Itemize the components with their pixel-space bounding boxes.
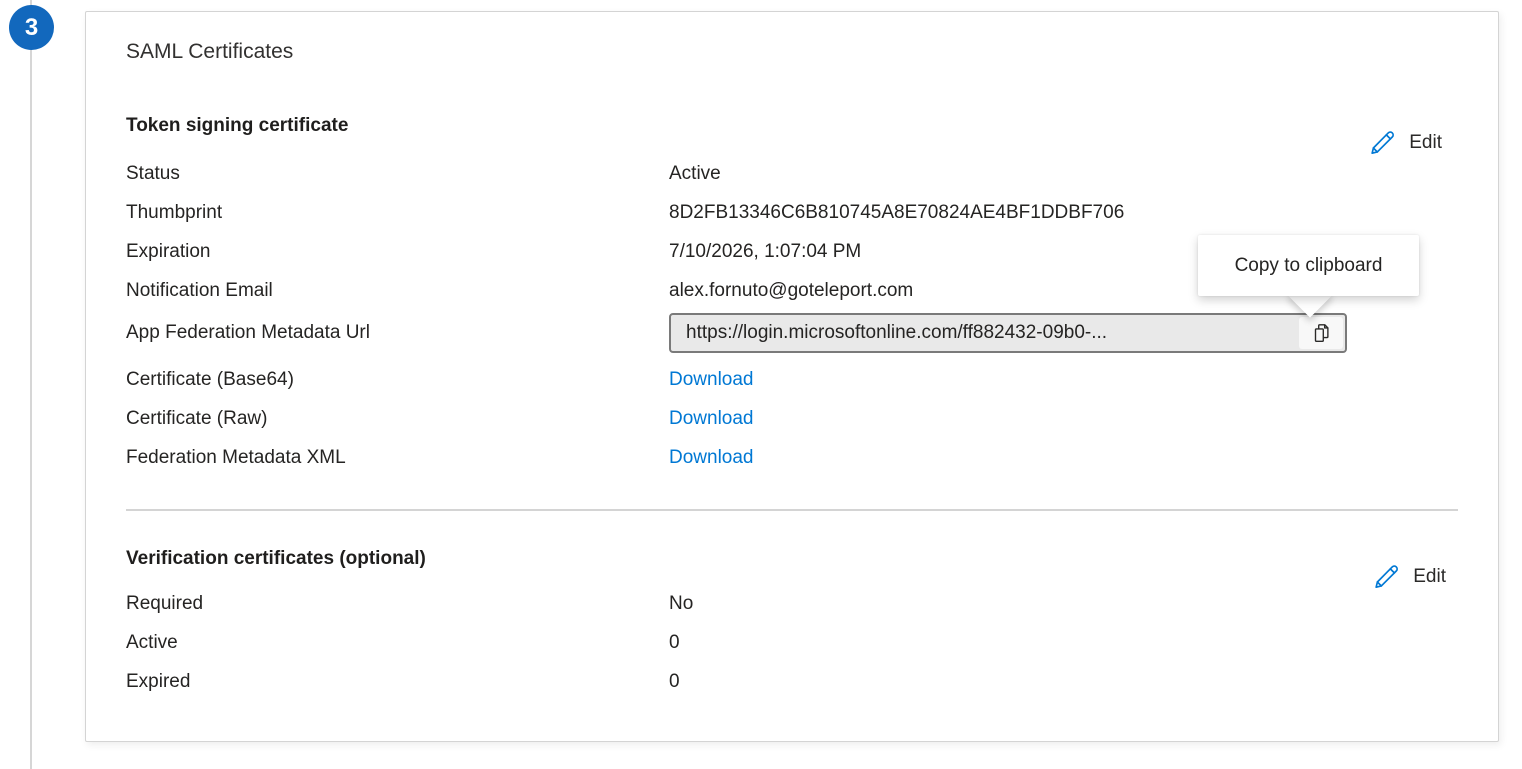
required-row: Required No: [126, 584, 1458, 623]
certificate-base64-row: Certificate (Base64) Download: [126, 360, 1458, 399]
saml-certificates-panel: SAML Certificates Token signing certific…: [85, 11, 1499, 742]
required-label: Required: [126, 593, 669, 615]
app-federation-metadata-url-input[interactable]: [669, 313, 1347, 353]
federation-metadata-xml-label: Federation Metadata XML: [126, 447, 669, 469]
certificate-base64-label: Certificate (Base64): [126, 369, 669, 391]
certificate-raw-label: Certificate (Raw): [126, 408, 669, 430]
expired-row: Expired 0: [126, 662, 1458, 701]
metadata-url-field-wrap: [669, 313, 1347, 353]
thumbprint-row: Thumbprint 8D2FB13346C6B810745A8E70824AE…: [126, 193, 1458, 232]
copy-icon: [1310, 322, 1332, 344]
section-divider: [126, 509, 1458, 511]
edit-button-label: Edit: [1409, 132, 1442, 154]
pencil-icon: [1369, 129, 1396, 156]
expiration-value: 7/10/2026, 1:07:04 PM: [669, 241, 861, 263]
active-label: Active: [126, 632, 669, 654]
required-value: No: [669, 593, 693, 615]
expired-value: 0: [669, 671, 680, 693]
status-value: Active: [669, 163, 721, 185]
certificate-raw-row: Certificate (Raw) Download: [126, 399, 1458, 438]
copy-to-clipboard-tooltip: Copy to clipboard: [1198, 235, 1419, 296]
copy-to-clipboard-button[interactable]: [1299, 317, 1343, 349]
active-value: 0: [669, 632, 680, 654]
federation-metadata-xml-download-link[interactable]: Download: [669, 447, 754, 469]
expiration-label: Expiration: [126, 241, 669, 263]
thumbprint-label: Thumbprint: [126, 202, 669, 224]
step-number-badge: 3: [9, 5, 54, 50]
status-row: Status Active: [126, 154, 1458, 193]
notification-email-label: Notification Email: [126, 280, 669, 302]
token-signing-certificate-heading: Token signing certificate: [126, 115, 348, 137]
status-label: Status: [126, 163, 669, 185]
edit-token-signing-certificate-button[interactable]: Edit: [1369, 129, 1442, 156]
notification-email-value: alex.fornuto@goteleport.com: [669, 280, 913, 302]
certificate-base64-download-link[interactable]: Download: [669, 369, 754, 391]
panel-title: SAML Certificates: [126, 40, 293, 64]
app-federation-metadata-url-label: App Federation Metadata Url: [126, 322, 669, 344]
token-signing-certificate-rows: Status Active Thumbprint 8D2FB13346C6B81…: [126, 154, 1458, 477]
verification-certificates-rows: Required No Active 0 Expired 0: [126, 584, 1458, 701]
verification-certificates-heading: Verification certificates (optional): [126, 548, 426, 570]
federation-metadata-xml-row: Federation Metadata XML Download: [126, 438, 1458, 477]
expired-label: Expired: [126, 671, 669, 693]
step-connector-line: [30, 0, 32, 769]
certificate-raw-download-link[interactable]: Download: [669, 408, 754, 430]
active-row: Active 0: [126, 623, 1458, 662]
app-federation-metadata-url-row: App Federation Metadata Url: [126, 310, 1458, 356]
thumbprint-value: 8D2FB13346C6B810745A8E70824AE4BF1DDBF706: [669, 202, 1124, 224]
